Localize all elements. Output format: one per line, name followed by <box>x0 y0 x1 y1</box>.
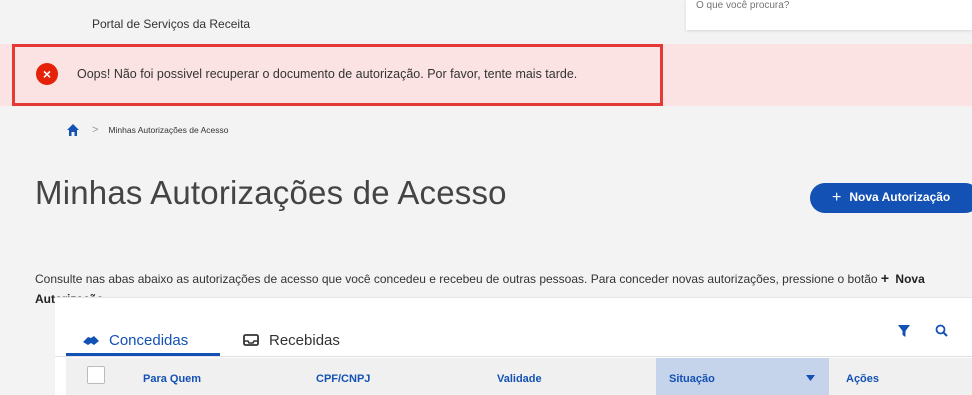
column-header-situacao[interactable]: Situação <box>669 373 715 385</box>
column-header-validade[interactable]: Validade <box>497 373 542 385</box>
column-header-cpf-cnpj[interactable]: CPF/CNPJ <box>316 373 370 385</box>
handshake-icon <box>83 336 99 345</box>
tab-concedidas[interactable]: Concedidas <box>82 325 188 355</box>
new-authorization-label: Nova Autorização <box>849 190 951 204</box>
breadcrumb: > Minhas Autorizações de Acesso <box>66 122 228 138</box>
inbox-icon <box>243 334 259 346</box>
tab-concedidas-label: Concedidas <box>109 331 189 349</box>
portal-name: Portal de Serviços da Receita <box>92 17 251 31</box>
home-icon[interactable] <box>66 123 80 137</box>
new-authorization-button[interactable]: + Nova Autorização <box>810 183 972 213</box>
close-icon: × <box>36 63 58 85</box>
global-search[interactable] <box>686 0 972 30</box>
breadcrumb-current: Minhas Autorizações de Acesso <box>108 125 229 135</box>
search-icon[interactable] <box>935 324 948 337</box>
description-text: Consulte nas abas abaixo as autorizações… <box>35 272 878 286</box>
plus-icon: + <box>880 270 890 286</box>
filter-icon[interactable] <box>897 324 911 338</box>
column-header-para-quem[interactable]: Para Quem <box>143 373 201 385</box>
column-header-acoes: Ações <box>846 373 880 385</box>
tabs-divider <box>55 356 972 357</box>
search-input[interactable] <box>696 0 956 13</box>
alert-message: Oops! Não foi possivel recuperar o docum… <box>77 67 578 81</box>
tab-recebidas-label: Recebidas <box>269 331 340 349</box>
select-all-checkbox[interactable] <box>87 366 105 384</box>
top-header: Portal de Serviços da Receita <box>0 0 972 42</box>
chevron-down-icon[interactable] <box>806 375 815 381</box>
tab-recebidas[interactable]: Recebidas <box>242 325 340 355</box>
page-title: Minhas Autorizações de Acesso <box>35 174 507 211</box>
plus-icon: + <box>832 189 842 206</box>
breadcrumb-separator: > <box>92 124 99 136</box>
